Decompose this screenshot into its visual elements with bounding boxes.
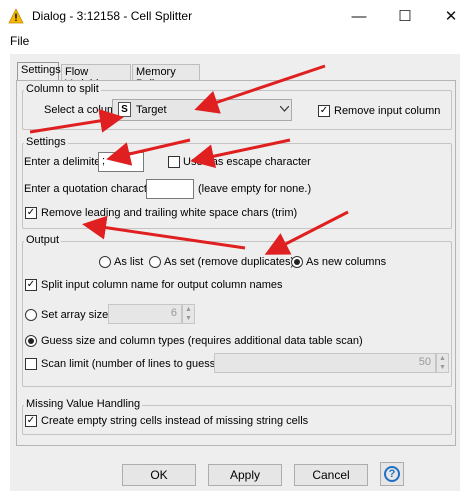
annotation-arrows bbox=[29, 64, 349, 255]
annotation-arrow bbox=[194, 64, 326, 114]
annotation-arrow bbox=[82, 215, 246, 250]
annotation-arrow bbox=[264, 210, 349, 255]
annotation-arrow bbox=[106, 138, 191, 166]
annotation-arrow bbox=[29, 108, 124, 134]
annotation-arrow bbox=[190, 138, 291, 168]
